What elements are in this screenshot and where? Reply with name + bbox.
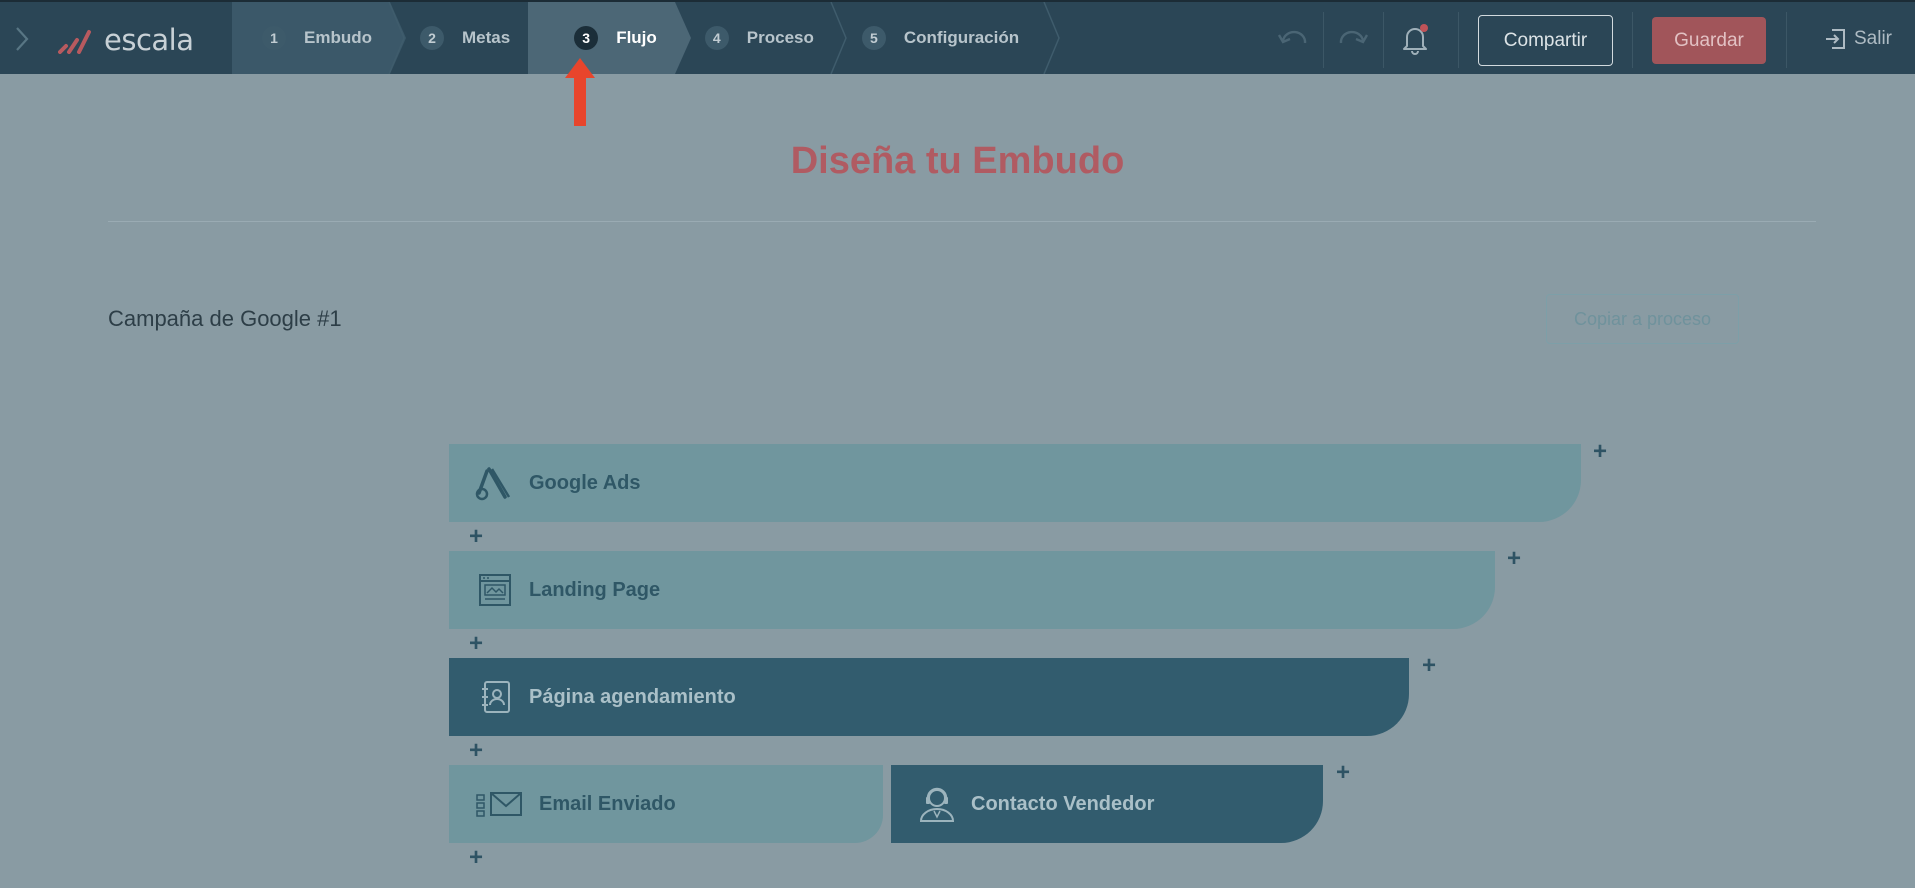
add-stage-button[interactable]: + [469, 739, 483, 763]
add-stage-button[interactable]: + [469, 525, 483, 549]
email-icon [475, 784, 525, 824]
tab-configuracion[interactable]: 5 Configuración [830, 2, 1060, 74]
add-stage-button[interactable]: + [1422, 654, 1436, 678]
notifications-button[interactable] [1395, 22, 1435, 56]
step-label: Embudo [304, 28, 372, 47]
exit-icon [1826, 29, 1845, 49]
funnel-stage-landing-page[interactable]: Landing Page [449, 551, 1495, 629]
chevron-right-icon [16, 27, 29, 51]
step-number: 4 [704, 26, 729, 50]
add-stage-button[interactable]: + [1593, 440, 1607, 464]
step-number: 1 [262, 26, 286, 50]
divider [1383, 12, 1384, 68]
arrow-up-icon [565, 58, 595, 126]
step-navigation: 1 Embudo 2 Metas 3 Flujo 4 Proceso 5 Con… [232, 2, 1060, 74]
tab-proceso[interactable]: 4 Proceso [675, 2, 832, 74]
scheduling-book-icon [475, 677, 515, 717]
separator-chevron [388, 2, 405, 74]
exit-button[interactable]: Salir [1824, 22, 1892, 56]
save-button[interactable]: Guardar [1652, 17, 1766, 64]
step-label: Configuración [903, 28, 1020, 47]
bell-icon [1403, 24, 1428, 55]
exit-label: Salir [1854, 28, 1893, 49]
step-number: 5 [861, 26, 886, 50]
logo-text: escala [104, 23, 194, 57]
stage-label: Landing Page [529, 578, 661, 601]
salesperson-icon [917, 784, 957, 824]
funnel-stage-contacto-vendedor[interactable]: Contacto Vendedor [891, 765, 1323, 843]
add-stage-button[interactable]: + [1336, 761, 1350, 785]
divider [108, 221, 1816, 222]
step-number: 2 [420, 26, 444, 50]
step-label: Proceso [746, 28, 814, 47]
stage-label: Google Ads [529, 471, 641, 494]
step-label: Metas [462, 28, 511, 47]
divider [1323, 12, 1324, 68]
separator-chevron [1043, 2, 1060, 74]
funnel-stage-pagina-agendamiento[interactable]: Página agendamiento [449, 658, 1409, 736]
logo[interactable]: escala [58, 20, 194, 60]
divider [1632, 12, 1633, 68]
divider [1786, 12, 1787, 68]
stage-label: Página agendamiento [529, 685, 736, 708]
funnel-stage-email-enviado[interactable]: Email Enviado [449, 765, 883, 843]
add-stage-button[interactable]: + [469, 632, 483, 656]
add-stage-button[interactable]: + [1507, 547, 1521, 571]
step-number: 3 [574, 26, 599, 50]
menu-toggle-button[interactable] [8, 22, 36, 56]
undo-icon [1277, 30, 1307, 44]
campaign-name: Campaña de Google #1 [108, 306, 342, 331]
logo-bars-icon [58, 30, 91, 54]
top-bar: escala 1 Embudo 2 Metas 3 Flujo 4 Proces… [0, 0, 1915, 74]
undo-button[interactable] [1273, 22, 1313, 56]
redo-button[interactable] [1333, 22, 1373, 56]
share-button[interactable]: Compartir [1478, 15, 1613, 66]
google-ads-icon [475, 463, 515, 503]
tab-flujo[interactable]: 3 Flujo [528, 2, 691, 74]
tab-embudo[interactable]: 1 Embudo [232, 2, 406, 74]
redo-icon [1339, 30, 1369, 44]
landing-page-icon [475, 570, 515, 610]
step-label: Flujo [616, 28, 657, 47]
stage-label: Contacto Vendedor [971, 792, 1155, 815]
divider [1458, 12, 1459, 68]
page-title: Diseña tu Embudo [790, 140, 1125, 182]
copy-to-process-button[interactable]: Copiar a proceso [1546, 294, 1739, 344]
stage-label: Email Enviado [539, 792, 676, 815]
funnel-stage-google-ads[interactable]: Google Ads [449, 444, 1581, 522]
separator-chevron [830, 2, 847, 74]
add-stage-button[interactable]: + [469, 846, 483, 870]
tab-metas[interactable]: 2 Metas [388, 2, 528, 74]
